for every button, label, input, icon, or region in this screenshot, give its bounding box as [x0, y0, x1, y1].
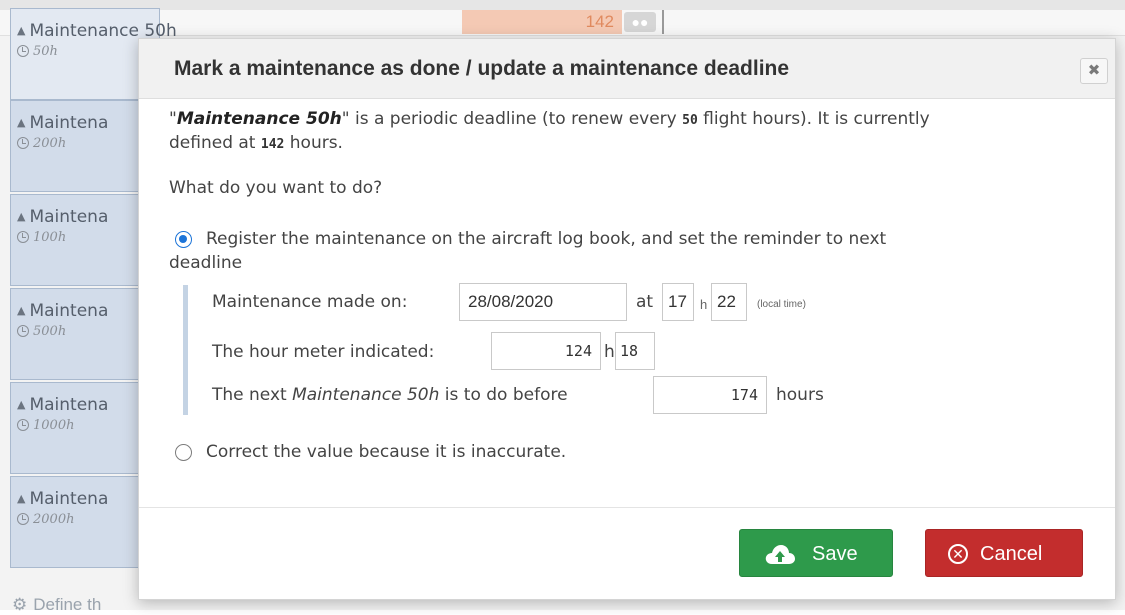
cancel-label: Cancel — [980, 543, 1043, 565]
value-bar — [662, 10, 664, 34]
made-on-label: Maintenance made on: — [212, 292, 408, 312]
at-label: at — [636, 292, 654, 312]
group-icon[interactable]: ●● — [624, 12, 656, 32]
option-indent-bar — [183, 285, 188, 415]
define-link-label: Define th — [33, 595, 102, 614]
caret-up-icon: ▲ — [17, 116, 26, 129]
caret-up-icon: ▲ — [17, 210, 26, 223]
caret-up-icon: ▲ — [17, 492, 26, 505]
list-item-label: Maintena — [29, 207, 109, 227]
register-radio[interactable] — [175, 231, 192, 248]
list-item-sub: 500h — [33, 324, 67, 339]
list-item-label: Maintena — [29, 395, 109, 415]
intro-text-1: is a periodic deadline (to renew every — [349, 109, 683, 129]
next-prefix: The next — [212, 385, 293, 405]
clock-icon — [17, 137, 29, 149]
meter-minutes-input[interactable]: 18 — [615, 332, 655, 370]
register-option-label-cont[interactable]: deadline — [169, 253, 242, 273]
clock-icon — [17, 513, 29, 525]
cancel-circle-icon: ✕ — [948, 544, 968, 564]
deadline-name: Maintenance 50h — [176, 109, 342, 129]
list-item-label: Maintena — [29, 489, 109, 509]
next-deadline-label: The next Maintenance 50h is to do before — [212, 385, 568, 405]
caret-up-icon: ▲ — [17, 398, 26, 411]
list-item-sub: 50h — [33, 44, 58, 59]
save-button[interactable]: Save — [739, 529, 893, 577]
caret-up-icon: ▲ — [17, 304, 26, 317]
intro-text-4: hours. — [284, 133, 343, 153]
maintenance-modal: Mark a maintenance as done / update a ma… — [138, 38, 1116, 600]
next-deadline-input[interactable]: 174 — [653, 376, 767, 414]
minute-input[interactable]: 22 — [711, 283, 747, 321]
list-item-sub: 100h — [33, 230, 67, 245]
list-item-label: Maintena — [29, 113, 109, 133]
modal-title: Mark a maintenance as done / update a ma… — [174, 57, 790, 80]
clock-icon — [17, 231, 29, 243]
meter-h-separator: h — [604, 342, 615, 362]
intro-line-2: defined at 142 hours. — [169, 133, 343, 153]
quote-open: " — [169, 109, 177, 129]
correct-option-label[interactable]: Correct the value because it is inaccura… — [206, 442, 566, 462]
register-option-label[interactable]: Register the maintenance on the aircraft… — [206, 229, 886, 249]
top-bar — [0, 0, 1125, 10]
hours-unit: hours — [776, 385, 824, 405]
meter-hours-input[interactable]: 124 — [491, 332, 601, 370]
list-item-sub: 1000h — [33, 418, 75, 433]
intro-text-2: flight hours). It is currently — [697, 109, 930, 129]
current-value: 142 — [260, 137, 285, 152]
intro-line-1: "Maintenance 50h" is a periodic deadline… — [169, 109, 930, 129]
gear-icon: ⚙ — [12, 595, 28, 614]
list-item-sub: 200h — [33, 136, 67, 151]
cancel-button[interactable]: ✕ Cancel — [925, 529, 1083, 577]
footer-divider — [139, 507, 1115, 508]
correct-radio[interactable] — [175, 444, 192, 461]
quote-close: " — [341, 109, 350, 129]
deadline-value-cell[interactable]: 142 — [462, 10, 622, 34]
period-value: 50 — [682, 113, 698, 128]
question-text: What do you want to do? — [169, 178, 383, 198]
hour-input[interactable]: 17 — [662, 283, 694, 321]
caret-up-icon: ▲ — [17, 24, 26, 37]
close-button[interactable]: ✖ — [1080, 58, 1108, 84]
modal-header: Mark a maintenance as done / update a ma… — [139, 39, 1115, 99]
clock-icon — [17, 45, 29, 57]
cloud-upload-icon — [765, 545, 795, 564]
clock-icon — [17, 325, 29, 337]
h-separator: h — [700, 297, 708, 312]
next-suffix: is to do before — [439, 385, 568, 405]
intro-text-3: defined at — [169, 133, 261, 153]
meter-label: The hour meter indicated: — [212, 342, 435, 362]
local-time-note: (local time) — [757, 299, 806, 310]
date-input[interactable]: 28/08/2020 — [459, 283, 627, 321]
list-item-sub: 2000h — [33, 512, 75, 527]
list-item-label: Maintena — [29, 301, 109, 321]
next-deadline-name: Maintenance 50h — [292, 385, 440, 405]
clock-icon — [17, 419, 29, 431]
save-label: Save — [812, 543, 858, 565]
define-link[interactable]: ⚙ Define th — [12, 595, 101, 615]
